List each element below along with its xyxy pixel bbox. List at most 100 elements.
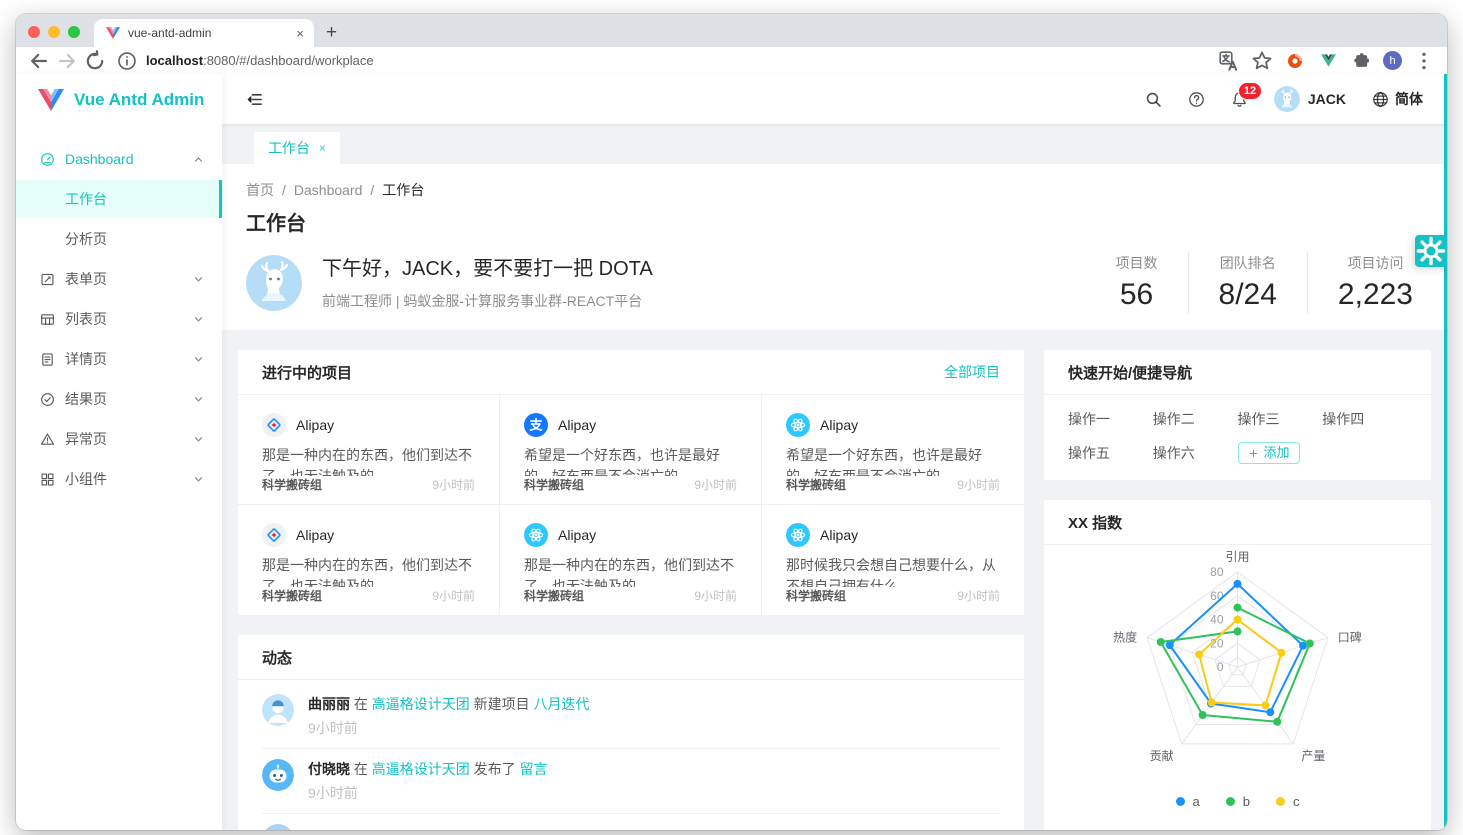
project-card[interactable]: Alipay那是一种内在的东西，他们到达不了，也无法触及的科学搬砖组9小时前 (500, 505, 762, 615)
legend-item-a[interactable]: a (1176, 794, 1200, 809)
project-name[interactable]: Alipay (558, 417, 596, 433)
sidebar-item-异常页[interactable]: 异常页 (16, 420, 222, 458)
extensions-puzzle-icon[interactable] (1350, 50, 1372, 72)
sidebar-item-列表页[interactable]: 列表页 (16, 300, 222, 338)
activity-link[interactable]: 八月迭代 (534, 696, 590, 712)
project-card[interactable]: Alipay希望是一个好东西，也许是最好的，好东西是不会消亡的科学搬砖组9小时前 (762, 395, 1024, 505)
sidebar-subitem-分析页[interactable]: 分析页 (16, 220, 222, 258)
project-group[interactable]: 科学搬砖组 (786, 587, 846, 605)
sidebar-subitem-工作台[interactable]: 工作台 (16, 180, 222, 218)
activity-link[interactable]: 高逼格设计天团 (372, 761, 470, 777)
project-card[interactable]: Alipay那是一种内在的东西，他们到达不了，也无法触及的科学搬砖组9小时前 (238, 505, 500, 615)
quick-link-操作二[interactable]: 操作二 (1153, 409, 1238, 429)
toolbar-right: h (1218, 50, 1435, 72)
url-bar[interactable]: localhost:8080/#/dashboard/workplace (112, 50, 1212, 72)
zoom-window-button[interactable] (68, 26, 80, 38)
project-group[interactable]: 科学搬砖组 (262, 587, 322, 605)
sidebar-item-小组件[interactable]: 小组件 (16, 460, 222, 498)
activity-card: 动态 曲丽丽 在 高逼格设计天团 新建项目 八月迭代9小时前付晓晓 在 高逼格设… (238, 635, 1024, 830)
site-info-icon[interactable] (116, 50, 138, 72)
user-menu[interactable]: JACK (1274, 86, 1346, 112)
quick-link-操作五[interactable]: 操作五 (1068, 443, 1153, 463)
help-question-icon[interactable] (1188, 91, 1205, 108)
vue-devtools-icon[interactable] (1317, 50, 1339, 72)
project-card[interactable]: Alipay那时候我只会想自己想要什么，从不想自己拥有什么科学搬砖组9小时前 (762, 505, 1024, 615)
language-label: 简体 (1395, 89, 1423, 109)
new-tab-button[interactable]: + (326, 23, 337, 42)
tab-close-icon[interactable]: × (296, 27, 304, 40)
user-name: JACK (1308, 91, 1346, 107)
settings-gear-button[interactable] (1415, 235, 1447, 267)
sidebar-item-结果页[interactable]: 结果页 (16, 380, 222, 418)
activity-text: 新建项目 (470, 696, 534, 712)
activity-list: 曲丽丽 在 高逼格设计天团 新建项目 八月迭代9小时前付晓晓 在 高逼格设计天团… (238, 680, 1024, 830)
quick-link-操作三[interactable]: 操作三 (1238, 409, 1323, 429)
search-icon[interactable] (1145, 91, 1162, 108)
svg-text:80: 80 (1210, 565, 1224, 579)
breadcrumb-current: 工作台 (382, 180, 424, 200)
project-group[interactable]: 科学搬砖组 (524, 476, 584, 494)
back-icon[interactable] (28, 50, 50, 72)
language-switch[interactable]: 简体 (1372, 89, 1423, 109)
stat-value: 2,223 (1338, 276, 1413, 314)
project-name[interactable]: Alipay (296, 527, 334, 543)
notification-bell-icon[interactable]: 12 (1231, 91, 1248, 108)
legend-item-c[interactable]: c (1276, 794, 1300, 809)
project-group[interactable]: 科学搬砖组 (524, 587, 584, 605)
project-desc: 希望是一个好东西，也许是最好的，好东西是不会消亡的 (786, 445, 1000, 476)
check-circle-icon (40, 392, 55, 407)
sidebar-item-label: 列表页 (65, 309, 107, 329)
sidebar-item-详情页[interactable]: 详情页 (16, 340, 222, 378)
page-tab-close-icon[interactable]: × (319, 141, 326, 155)
activity-user: 付晓晓 (308, 761, 350, 777)
bookmark-star-icon[interactable] (1251, 50, 1273, 72)
notification-badge: 12 (1238, 82, 1262, 100)
project-name[interactable]: Alipay (820, 527, 858, 543)
activity-text: 在 (350, 761, 372, 777)
sidebar-item-Dashboard[interactable]: Dashboard (16, 140, 222, 178)
quick-link-操作六[interactable]: 操作六 (1153, 443, 1238, 463)
quick-link-操作一[interactable]: 操作一 (1068, 409, 1153, 429)
sidebar-item-表单页[interactable]: 表单页 (16, 260, 222, 298)
translate-icon[interactable] (1218, 50, 1240, 72)
chevron-down-icon (193, 274, 204, 285)
svg-text:60: 60 (1210, 589, 1224, 603)
project-name[interactable]: Alipay (296, 417, 334, 433)
project-group[interactable]: 科学搬砖组 (786, 476, 846, 494)
minimize-window-button[interactable] (48, 26, 60, 38)
browser-profile-avatar[interactable]: h (1383, 51, 1402, 70)
project-card[interactable]: Alipay那是一种内在的东西，他们到达不了，也无法触及的科学搬砖组9小时前 (238, 395, 500, 505)
quick-nav-grid: 操作一操作二操作三操作四操作五操作六添加 (1044, 395, 1431, 480)
all-projects-link[interactable]: 全部项目 (944, 362, 1000, 382)
project-time: 9小时前 (432, 476, 475, 494)
breadcrumb-dashboard[interactable]: Dashboard (294, 180, 363, 200)
close-window-button[interactable] (28, 26, 40, 38)
activity-link[interactable]: 高逼格设计天团 (372, 696, 470, 712)
project-card[interactable]: 支Alipay希望是一个好东西，也许是最好的，好东西是不会消亡的科学搬砖组9小时… (500, 395, 762, 505)
quick-nav-card: 快速开始/便捷导航 操作一操作二操作三操作四操作五操作六添加 (1044, 350, 1431, 480)
project-name[interactable]: Alipay (820, 417, 858, 433)
menu-fold-icon[interactable] (246, 91, 263, 108)
project-time: 9小时前 (957, 587, 1000, 605)
activity-link[interactable]: 留言 (520, 761, 548, 777)
browser-tabstrip: vue-antd-admin × + (16, 14, 1447, 47)
legend-item-b[interactable]: b (1226, 794, 1250, 809)
form-icon (40, 272, 55, 287)
project-desc: 希望是一个好东西，也许是最好的，好东西是不会消亡的 (524, 445, 737, 476)
sidebar-item-label: 表单页 (65, 269, 107, 289)
breadcrumb-home[interactable]: 首页 (246, 180, 274, 200)
browser-tab[interactable]: vue-antd-admin × (94, 19, 314, 47)
reload-icon[interactable] (84, 50, 106, 72)
activity-text: 发布了 (470, 761, 520, 777)
project-group[interactable]: 科学搬砖组 (262, 476, 322, 494)
extension-orange-icon[interactable] (1284, 50, 1306, 72)
activity-item (262, 814, 1000, 830)
page-tab-workplace[interactable]: 工作台 × (254, 132, 340, 164)
forward-icon[interactable] (56, 50, 78, 72)
quick-link-操作四[interactable]: 操作四 (1322, 409, 1407, 429)
add-button[interactable]: 添加 (1238, 442, 1300, 464)
app-logo[interactable]: Vue Antd Admin (16, 74, 222, 126)
chrome-menu-icon[interactable] (1413, 50, 1435, 72)
page-tabs-bar: 工作台 × (222, 124, 1447, 164)
project-name[interactable]: Alipay (558, 527, 596, 543)
